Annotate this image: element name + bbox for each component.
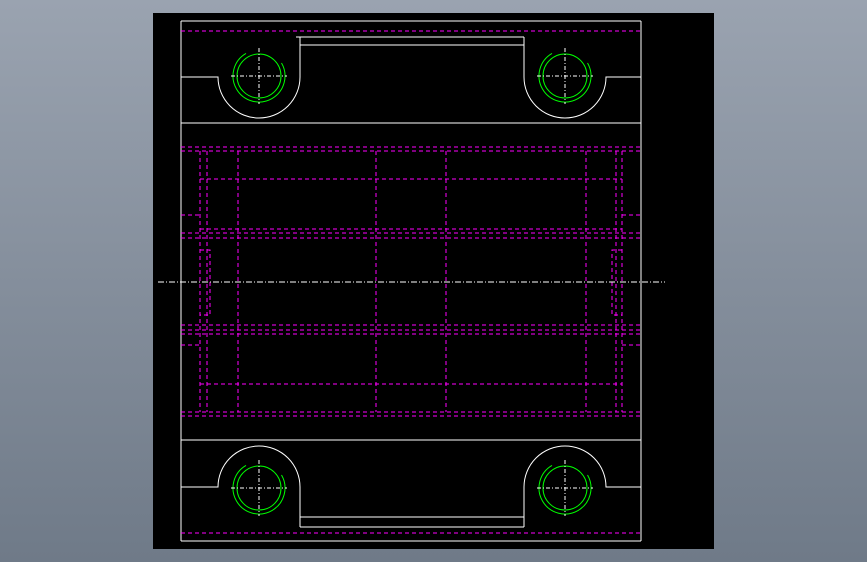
drawing-canvas[interactable] — [153, 13, 714, 549]
cad-viewport[interactable] — [0, 0, 867, 562]
viewport-background — [0, 0, 867, 562]
